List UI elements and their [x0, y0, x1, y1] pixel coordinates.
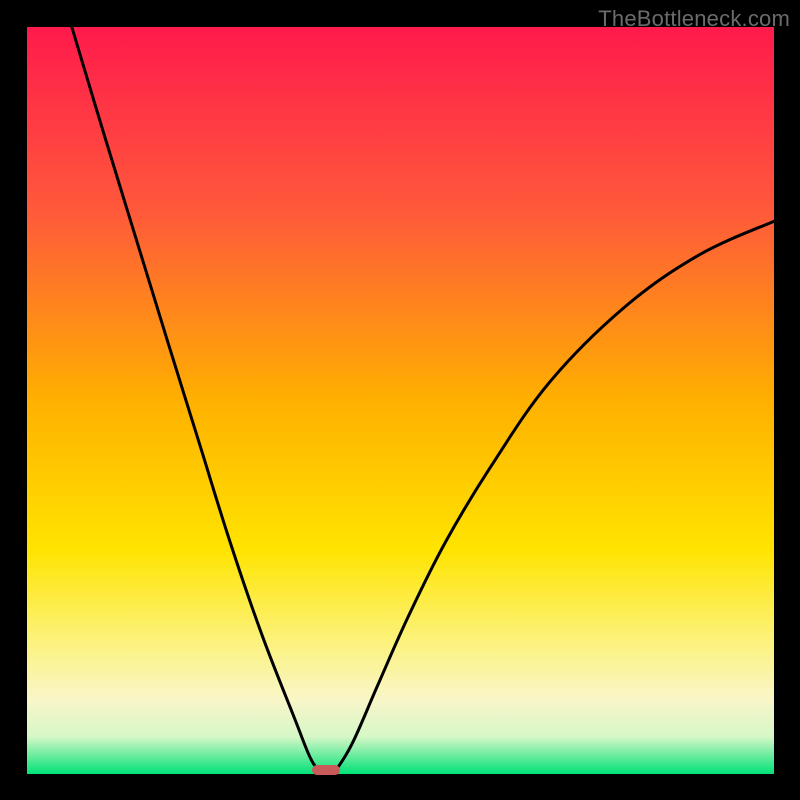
watermark-text: TheBottleneck.com: [598, 6, 790, 32]
plot-area: [27, 27, 774, 774]
curve-right-branch: [333, 221, 774, 774]
curve-left-branch: [72, 27, 322, 774]
optimal-point-marker: [312, 765, 340, 775]
chart-frame: TheBottleneck.com: [0, 0, 800, 800]
bottleneck-curve: [27, 27, 774, 774]
